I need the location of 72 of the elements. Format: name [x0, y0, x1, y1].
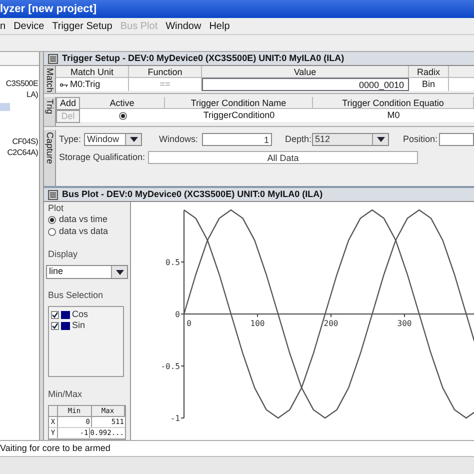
radio-label: data vs time	[59, 213, 108, 226]
menu-item[interactable]: Device	[14, 18, 44, 34]
axis-tick-label: 300	[397, 319, 412, 328]
axis-tick-label: 0.5	[166, 258, 180, 267]
field-label: Depth:	[285, 132, 312, 146]
tree-item[interactable]: C2C64A)	[7, 147, 39, 158]
menu-item[interactable]: Trigger Setup	[52, 18, 112, 34]
menu-item[interactable]: n	[0, 18, 6, 34]
section-tab[interactable]: Match	[45, 66, 54, 93]
table-cell-text: M0:Trig	[70, 78, 100, 91]
column-header[interactable]: Value	[202, 66, 409, 77]
checkbox[interactable]	[51, 322, 59, 330]
menu-item[interactable]: Window	[166, 18, 202, 34]
display-dropdown[interactable]: line	[46, 265, 128, 279]
color-swatch	[61, 322, 70, 330]
group-label: Min/Max	[47, 389, 84, 399]
checkbox[interactable]	[51, 310, 59, 318]
field-label: Position:	[403, 132, 439, 146]
bus-label: Sin	[72, 318, 86, 332]
column-header[interactable]: Active	[80, 97, 165, 108]
axis-tick-label: 0	[175, 310, 180, 319]
column-header[interactable]: Function	[129, 66, 202, 77]
panel-icon	[48, 54, 58, 64]
axis-tick-label: -1	[170, 414, 180, 423]
panel-icon	[48, 190, 58, 200]
group-label: Display	[47, 249, 79, 259]
add-button[interactable]: Add	[56, 97, 80, 110]
caret-icon	[376, 137, 384, 142]
column-header[interactable]: Radix	[409, 66, 449, 77]
group-label: Bus Selection	[47, 290, 104, 300]
group-label: Plot	[47, 202, 65, 214]
column-header[interactable]: Match Unit	[56, 66, 129, 77]
table-cell-text: TriggerCondition0	[202, 108, 276, 122]
depth-dropdown[interactable]: 512	[312, 133, 389, 146]
status-message: Vaiting for core to be armed	[0, 442, 110, 455]
axis-tick-label: 0	[186, 319, 192, 328]
selection-highlight	[0, 103, 10, 111]
radio-button[interactable]	[118, 112, 126, 120]
axis-tick-label: 100	[250, 319, 265, 328]
position-field[interactable]	[439, 133, 474, 146]
tree-item[interactable]: LA)	[26, 89, 39, 100]
storage-field[interactable]: All Data	[148, 151, 418, 164]
key-icon	[60, 82, 68, 86]
caret-icon	[116, 270, 124, 274]
color-swatch	[61, 310, 70, 318]
axis-tick-label: -0.5	[160, 362, 180, 371]
panel-title: Trigger Setup - DEV:0 MyDevice0 (XC3S500E) UNIT:0 MyILA0 (ILA)	[62, 52, 344, 65]
dropdown-button[interactable]	[111, 266, 127, 278]
windows-field[interactable]: 1	[202, 133, 272, 146]
window-title: lyzer [new project]	[0, 2, 97, 17]
value-field[interactable]: 0000_0010	[202, 78, 409, 91]
tree-item[interactable]: CF04S)	[12, 136, 39, 147]
table-cell: Bin	[409, 78, 449, 91]
table-cell-text: M0	[386, 108, 401, 122]
column-header[interactable]: Trigger Condition Equatio	[313, 97, 474, 108]
table-cell: ==	[129, 78, 202, 91]
field-label: Storage Qualification:	[59, 150, 146, 164]
bus-label: Cos	[72, 308, 88, 321]
field-label: Windows:	[159, 132, 200, 146]
field-label: Type:	[59, 132, 82, 146]
column-header[interactable]: Trigger Condition Name	[165, 97, 313, 108]
type-dropdown[interactable]: Window	[84, 133, 142, 146]
panel-title: Bus Plot - DEV:0 MyDevice0 (XC3S500E) UNIT:0 MyILA0 (ILA)	[62, 188, 323, 201]
radio-label: data vs data	[59, 225, 108, 238]
radio-button[interactable]	[48, 228, 56, 236]
dropdown-button[interactable]	[372, 134, 388, 145]
menu-item[interactable]: Help	[209, 18, 230, 34]
tree-item[interactable]: C3S500E	[6, 78, 39, 89]
dropdown-button[interactable]	[125, 134, 141, 145]
axis-tick-label: 200	[324, 319, 338, 328]
caret-icon	[130, 137, 138, 142]
radio-button[interactable]	[48, 216, 56, 224]
